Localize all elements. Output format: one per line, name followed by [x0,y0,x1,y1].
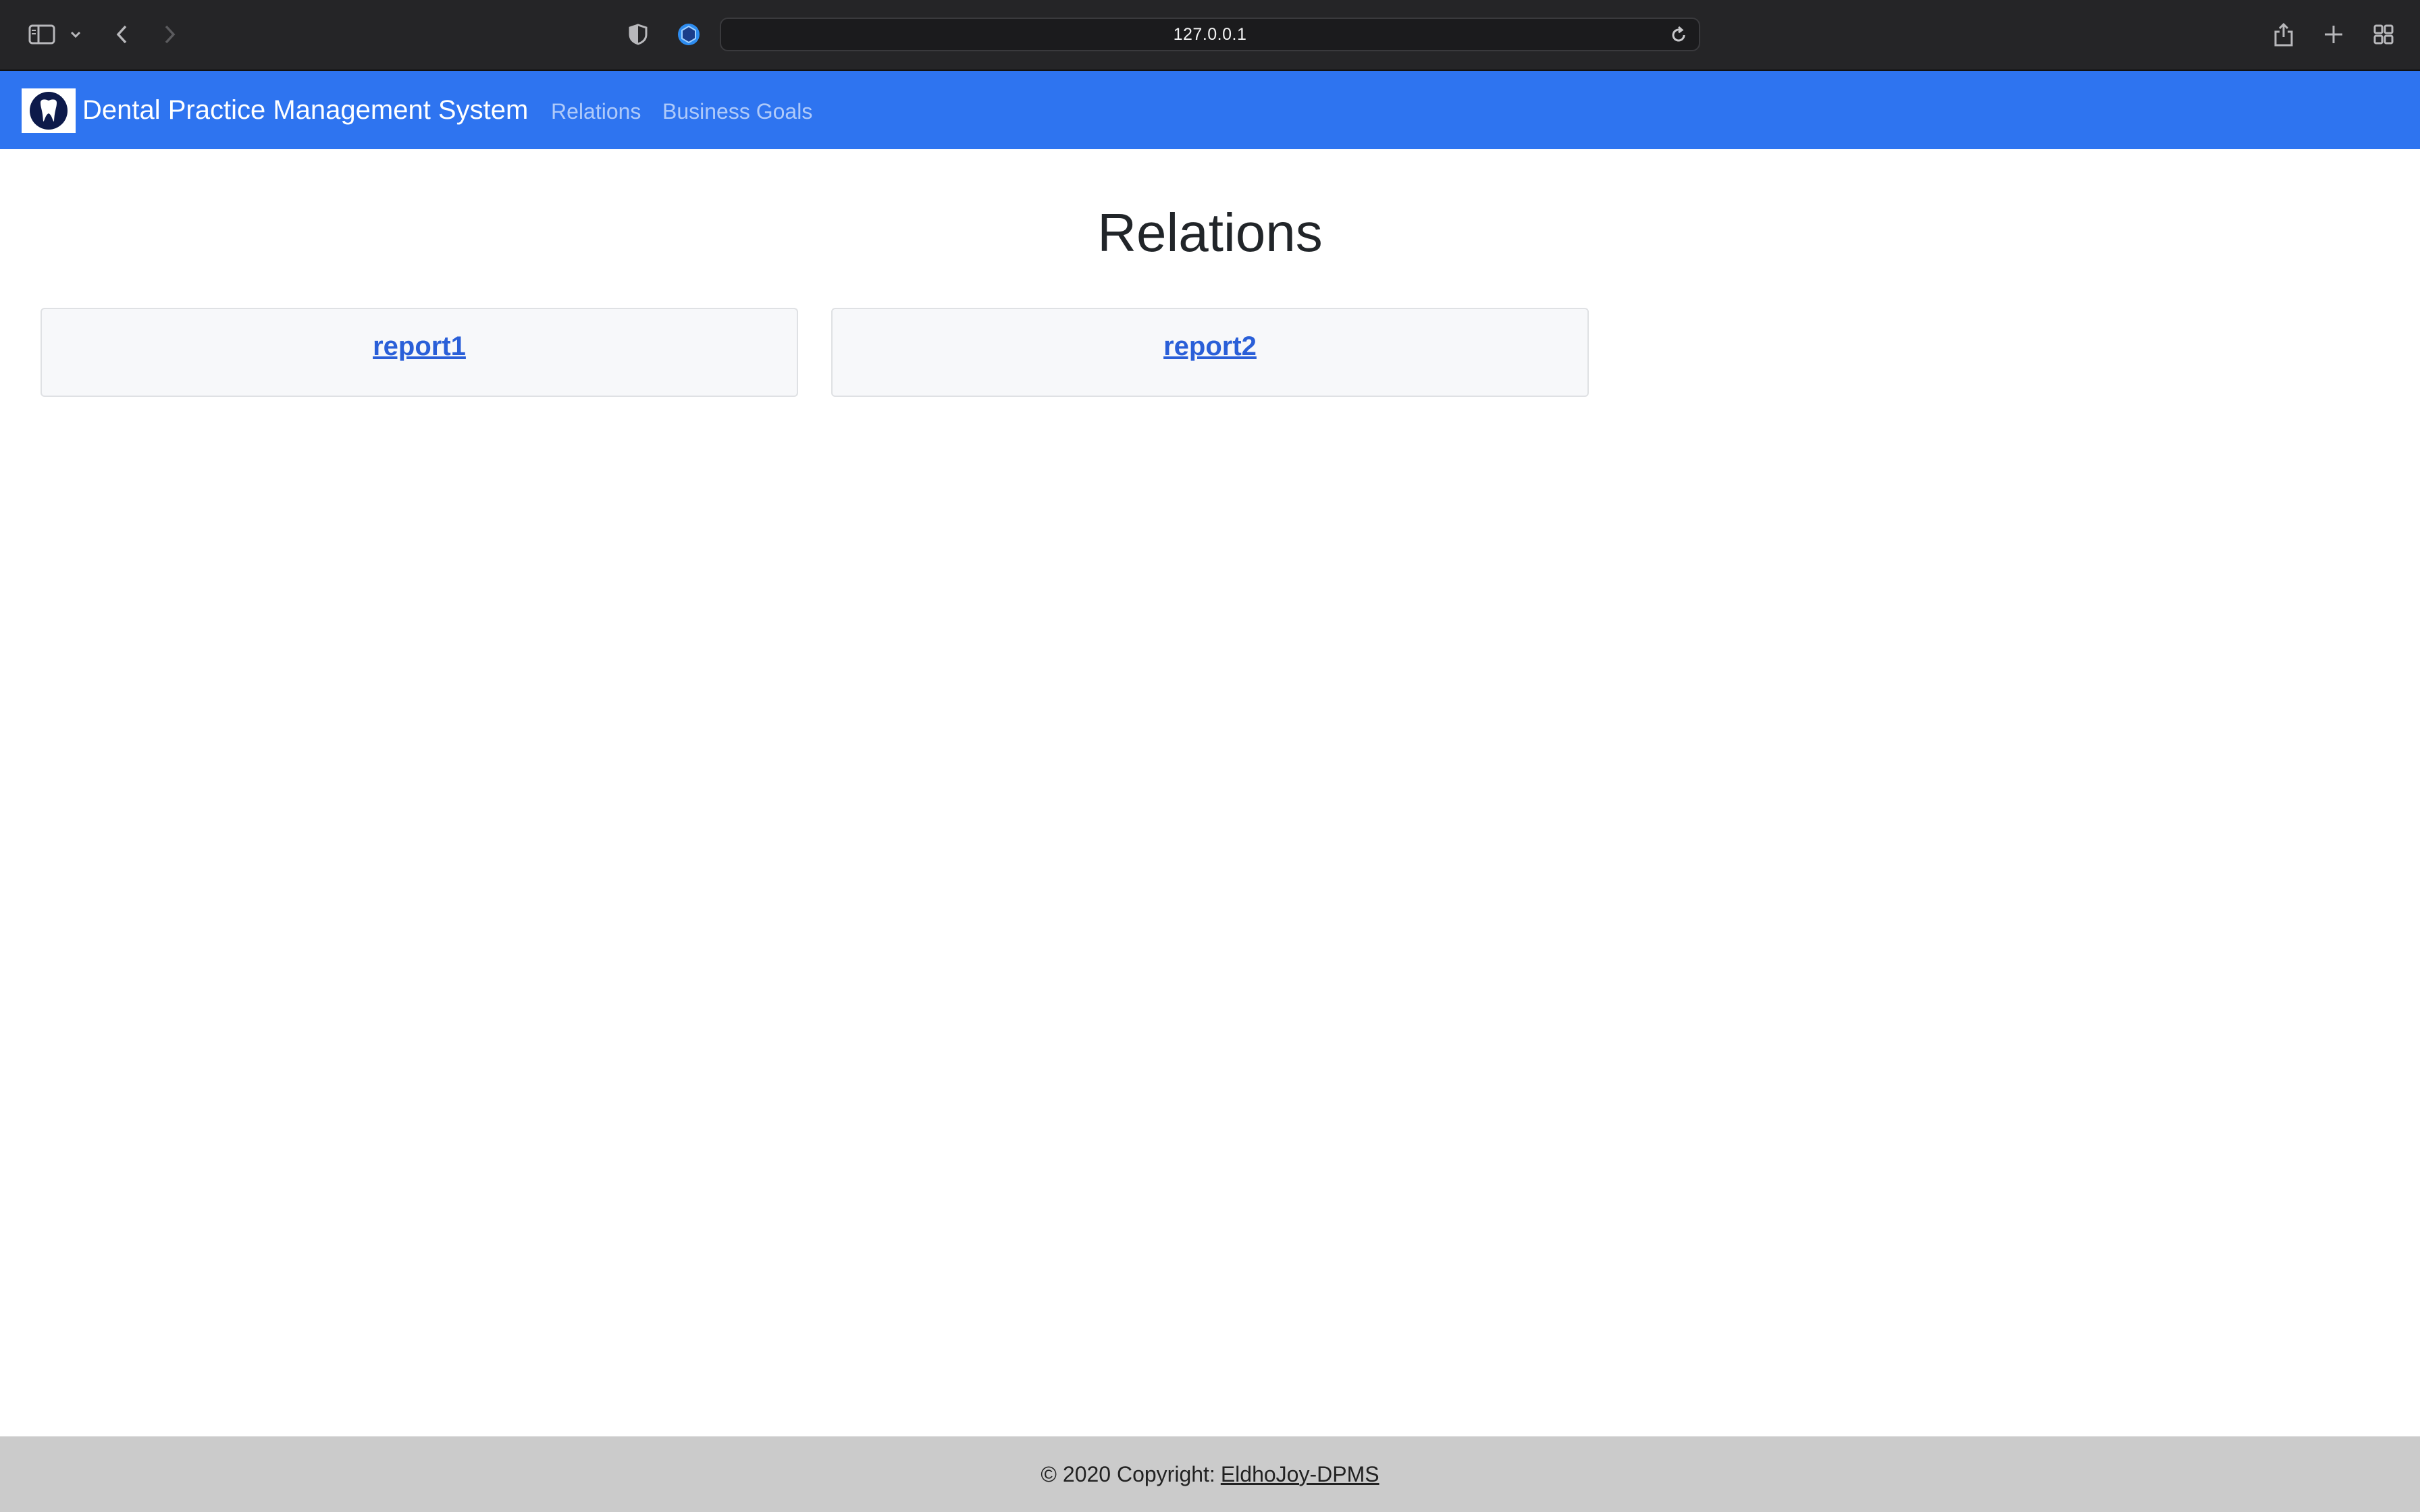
sidebar-toggle-icon[interactable] [26,14,58,55]
privacy-shield-icon[interactable] [627,14,650,55]
report-card: report2 [831,308,1589,397]
navbar: Dental Practice Management System Relati… [0,71,2420,149]
nav-link-relations[interactable]: Relations [551,97,641,126]
brand-title[interactable]: Dental Practice Management System [82,91,528,129]
share-icon[interactable] [2271,14,2296,55]
extension-icon[interactable] [675,14,702,55]
tooth-logo-icon[interactable] [22,88,76,133]
reload-icon[interactable] [1669,26,1688,45]
new-tab-icon[interactable] [2321,14,2346,55]
report-card: report1 [41,308,798,397]
address-bar[interactable]: 127.0.0.1 [720,18,1700,51]
chevron-down-icon[interactable] [68,14,84,55]
url-text: 127.0.0.1 [1173,25,1247,44]
copyright-text: © 2020 Copyright: [1041,1461,1215,1486]
footer: © 2020 Copyright: EldhoJoy-DPMS [0,1436,2420,1512]
tab-overview-icon[interactable] [2371,14,2396,55]
forward-icon[interactable] [159,14,181,55]
page-title: Relations [1097,202,1323,263]
report2-link[interactable]: report2 [1163,329,1257,363]
browser-toolbar: 127.0.0.1 [0,0,2420,71]
copyright-link[interactable]: EldhoJoy-DPMS [1221,1462,1379,1487]
nav-link-business-goals[interactable]: Business Goals [662,97,812,126]
report1-link[interactable]: report1 [373,329,466,363]
back-icon[interactable] [111,14,132,55]
